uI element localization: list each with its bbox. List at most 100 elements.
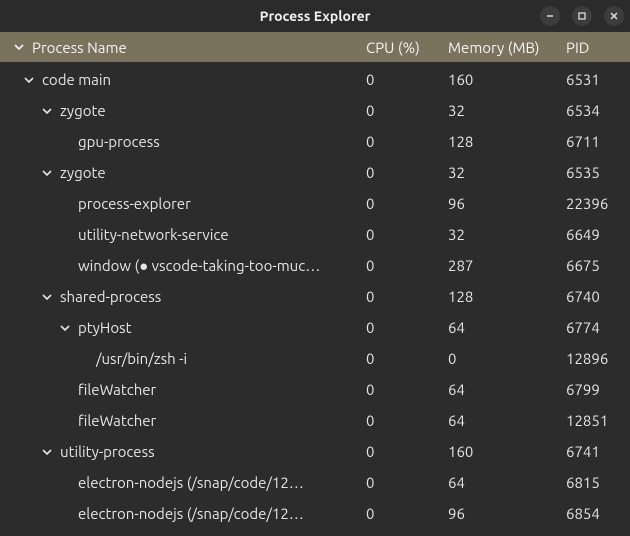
window-title: Process Explorer [260,8,371,24]
table-row[interactable]: window (● vscode-taking-too-muc…02876675 [0,250,630,281]
process-name-cell: fileWatcher [12,412,366,429]
maximize-button[interactable] [572,6,592,26]
titlebar: Process Explorer [0,0,630,32]
table-row[interactable]: process-explorer09622396 [0,188,630,219]
process-name: code main [42,71,111,88]
memory-cell: 64 [448,319,566,336]
process-name-cell: shared-process [12,288,366,305]
col-header-pid[interactable]: PID [566,39,622,56]
cpu-cell: 0 [366,474,448,491]
table-row[interactable]: electron-nodejs (/snap/code/12… 0646815 [0,467,630,498]
memory-cell: 32 [448,102,566,119]
memory-cell: 64 [448,412,566,429]
pid-cell: 6774 [566,319,622,336]
table-row[interactable]: gpu-process01286711 [0,126,630,157]
process-name: window (● vscode-taking-too-muc… [78,257,320,275]
cpu-cell: 0 [366,381,448,398]
chevron-down-icon [12,41,26,53]
process-name-cell: gpu-process [12,133,366,150]
memory-cell: 160 [448,71,566,88]
chevron-down-icon[interactable] [58,322,72,334]
pid-cell: 6531 [566,71,622,88]
cpu-cell: 0 [366,102,448,119]
cpu-cell: 0 [366,350,448,367]
process-table-body: code main01606531zygote0326534gpu-proces… [0,62,630,529]
minimize-icon [545,11,555,21]
table-row[interactable]: utility-network-service 0326649 [0,219,630,250]
memory-cell: 0 [448,350,566,367]
process-name: electron-nodejs (/snap/code/12… [78,505,304,522]
memory-cell: 32 [448,164,566,181]
maximize-icon [577,11,587,21]
memory-cell: 287 [448,257,566,274]
close-button[interactable] [604,6,624,26]
table-row[interactable]: zygote 0326534 [0,95,630,126]
pid-cell: 6649 [566,226,622,243]
process-name-cell: zygote [12,102,366,119]
cpu-cell: 0 [366,443,448,460]
table-row[interactable]: /usr/bin/zsh -i0012896 [0,343,630,374]
cpu-cell: 0 [366,257,448,274]
col-header-name-label: Process Name [32,39,127,56]
cpu-cell: 0 [366,195,448,212]
pid-cell: 6535 [566,164,622,181]
table-row[interactable]: code main 01606531 [0,64,630,95]
table-header: Process Name CPU (%) Memory (MB) PID [0,32,630,62]
process-name-cell: /usr/bin/zsh -i [12,350,366,367]
process-name-cell: ptyHost [12,319,366,336]
chevron-down-icon[interactable] [22,74,36,86]
process-name-cell: zygote [12,164,366,181]
process-name-cell: code main [12,71,366,88]
col-header-memory[interactable]: Memory (MB) [448,39,566,56]
cpu-cell: 0 [366,319,448,336]
process-name: /usr/bin/zsh -i [96,350,187,367]
chevron-down-icon[interactable] [40,105,54,117]
process-name-cell: utility-process [12,443,366,460]
memory-cell: 96 [448,505,566,522]
process-name-cell: electron-nodejs (/snap/code/12… [12,505,366,522]
pid-cell: 12896 [566,350,622,367]
process-name-cell: electron-nodejs (/snap/code/12… [12,474,366,491]
pid-cell: 6534 [566,102,622,119]
process-name: utility-process [60,443,155,460]
cpu-cell: 0 [366,226,448,243]
cpu-cell: 0 [366,412,448,429]
chevron-down-icon[interactable] [40,167,54,179]
pid-cell: 6741 [566,443,622,460]
process-name: zygote [60,102,106,119]
memory-cell: 32 [448,226,566,243]
minimize-button[interactable] [540,6,560,26]
col-header-cpu[interactable]: CPU (%) [366,39,448,56]
table-row[interactable]: fileWatcher0646799 [0,374,630,405]
process-name-cell: fileWatcher [12,381,366,398]
chevron-down-icon[interactable] [40,446,54,458]
table-row[interactable]: fileWatcher06412851 [0,405,630,436]
table-row[interactable]: shared-process01286740 [0,281,630,312]
cpu-cell: 0 [366,71,448,88]
pid-cell: 6815 [566,474,622,491]
process-name: electron-nodejs (/snap/code/12… [78,474,304,491]
table-row[interactable]: zygote0326535 [0,157,630,188]
memory-cell: 128 [448,133,566,150]
pid-cell: 6711 [566,133,622,150]
process-name: zygote [60,164,106,181]
table-row[interactable]: utility-process 01606741 [0,436,630,467]
memory-cell: 128 [448,288,566,305]
process-name: process-explorer [78,195,191,212]
process-name-cell: process-explorer [12,195,366,212]
process-name: ptyHost [78,319,132,336]
memory-cell: 64 [448,474,566,491]
cpu-cell: 0 [366,133,448,150]
col-header-name[interactable]: Process Name [12,39,366,56]
pid-cell: 6854 [566,505,622,522]
chevron-down-icon[interactable] [40,291,54,303]
memory-cell: 160 [448,443,566,460]
table-row[interactable]: electron-nodejs (/snap/code/12…0966854 [0,498,630,529]
cpu-cell: 0 [366,288,448,305]
process-name: fileWatcher [78,412,156,429]
memory-cell: 96 [448,195,566,212]
table-row[interactable]: ptyHost 0646774 [0,312,630,343]
close-icon [609,11,619,21]
process-name: shared-process [60,288,161,305]
process-name: utility-network-service [78,226,229,243]
